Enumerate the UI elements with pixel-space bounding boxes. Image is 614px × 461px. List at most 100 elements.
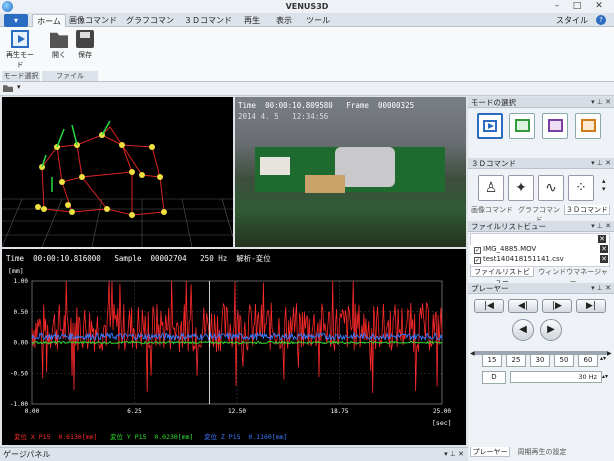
step-forward-button[interactable]: |▶	[542, 299, 572, 313]
tab-view[interactable]: 表示	[270, 14, 298, 27]
points-icon[interactable]: ⁘	[568, 175, 594, 201]
player-header: プレーヤー ▾ ⊥ ✕	[468, 283, 614, 294]
curve-icon[interactable]: ∿	[538, 175, 564, 201]
quick-menu-icon[interactable]: ▾	[17, 83, 21, 91]
video-panel[interactable]: Time 00:00:10.809580 Frame 00000325 2014…	[235, 97, 466, 247]
tab-window-manager[interactable]: ウィンドウマネージャー	[536, 267, 610, 286]
subtab-3d-command[interactable]: ３Ｄコマンド	[564, 205, 610, 215]
gauge-panel-label: ゲージパネル	[3, 450, 51, 459]
quick-open-icon[interactable]	[3, 85, 13, 92]
save-icon	[76, 30, 94, 48]
file-checkbox[interactable]: ✓	[474, 247, 481, 254]
fps-spin-icon[interactable]: ▴▾	[602, 373, 608, 380]
subtab-image-command[interactable]: 画像コマンド	[470, 205, 514, 215]
fps-60-button[interactable]: 60	[578, 354, 598, 367]
tab-3d-command[interactable]: ３Ｄコマンド	[182, 14, 234, 27]
play-mode-icon	[11, 30, 29, 48]
group-mode-label: モード選択	[2, 71, 40, 81]
legend-y: 変位 Y P15 0.0230[mm]	[110, 433, 194, 441]
skip-start-button[interactable]: |◀	[474, 299, 504, 313]
fps-25-button[interactable]: 25	[506, 354, 526, 367]
fps-15-button[interactable]: 15	[482, 354, 502, 367]
seek-left-icon[interactable]: ◀	[470, 350, 475, 357]
mode-select-header: モードの選択 ▾ ⊥ ✕	[468, 97, 614, 108]
fps-50-button[interactable]: 50	[554, 354, 574, 367]
open-button[interactable]: 開く	[46, 30, 72, 60]
tab-graph-command[interactable]: グラフコマンド	[124, 14, 176, 38]
x-tick-label: 25.00	[433, 408, 451, 415]
play-button[interactable]: ▶	[540, 319, 562, 341]
tab-home[interactable]: ホーム	[32, 14, 66, 27]
ribbon-tabs: ▾ ホーム 画像コマンド グラフコマンド ３Ｄコマンド 再生 表示 ツール スタ…	[0, 13, 614, 38]
3d-command-header: ３Ｄコマンド ▾ ⊥ ✕	[468, 158, 614, 169]
file-row[interactable]: ✓ test140418151141.csv ✕	[470, 255, 608, 264]
open-label: 開く	[52, 51, 66, 59]
tab-image-command[interactable]: 画像コマンド	[68, 14, 118, 27]
3d-skeleton-view[interactable]	[2, 97, 233, 247]
remove-all-icon[interactable]: ✕	[598, 235, 606, 243]
y-tick-label: 1.00	[14, 278, 29, 285]
video-timestamp-overlay: 2014 4. 5 12:34:56	[238, 112, 329, 121]
d-button[interactable]: D	[482, 371, 506, 384]
legend-z: 変位 Z P15 0.1160[mm]	[204, 433, 288, 441]
file-checkbox[interactable]: ✓	[474, 257, 481, 264]
app-icon[interactable]	[2, 1, 13, 12]
folder-open-icon	[50, 32, 68, 48]
save-button[interactable]: 保存	[72, 30, 98, 60]
tab-play[interactable]: 再生	[238, 14, 266, 27]
close-icon[interactable]: ✕	[592, 1, 606, 12]
subtab-graph-command[interactable]: グラフコマンド	[516, 205, 562, 224]
gauge-pin-icon[interactable]: ▾ ⊥ ✕	[444, 448, 464, 461]
skip-end-button[interactable]: ▶|	[576, 299, 606, 313]
y-tick-label: -0.50	[10, 370, 28, 377]
pose-icon[interactable]: ✦	[508, 175, 534, 201]
remove-file-icon[interactable]: ✕	[600, 245, 608, 253]
play-reverse-button[interactable]: ◀	[512, 319, 534, 341]
help-icon[interactable]: ?	[596, 15, 606, 25]
style-menu[interactable]: スタイル	[556, 14, 588, 27]
skeleton-icon[interactable]: ♙	[478, 175, 504, 201]
remove-file-icon[interactable]: ✕	[600, 255, 608, 263]
x-tick-label: 12.50	[228, 408, 246, 415]
video-header: Time 00:00:10.809580 Frame 00000325	[238, 101, 415, 110]
x-tick-label: 6.25	[127, 408, 142, 415]
gauge-panel-bar[interactable]: ゲージパネル ▾ ⊥ ✕	[0, 447, 468, 461]
scroll-arrows-icon[interactable]: ▴ ▾	[602, 177, 606, 193]
fps-30-button[interactable]: 30	[530, 354, 550, 367]
window-title: VENUS3D	[285, 2, 329, 11]
tab-cycle-settings[interactable]: 周期再生の設定	[512, 447, 572, 457]
3d-view-panel[interactable]	[2, 97, 233, 247]
maximize-icon[interactable]: □	[570, 1, 584, 12]
file-list-header: ファイルリストビュー ▾ ⊥ ✕	[468, 221, 614, 232]
y-tick-label: -1.00	[10, 401, 28, 408]
seek-right-icon[interactable]: ▶	[607, 350, 612, 357]
ribbon: 再生モード ▾ 開く 保存 モード選択 ファイル	[0, 27, 614, 82]
y-tick-label: 0.50	[14, 309, 29, 316]
group-file-label: ファイル	[42, 71, 98, 81]
play-mode-button[interactable]: 再生モード ▾	[3, 30, 37, 77]
output-mode-icon[interactable]	[575, 113, 601, 139]
edit-mode-icon[interactable]	[542, 113, 568, 139]
tab-file-list[interactable]: ファイルリストビュー	[470, 267, 534, 286]
right-pane: モードの選択 ▾ ⊥ ✕ ３Ｄコマンド ▾ ⊥ ✕ ♙ ✦ ∿ ⁘ ▴ ▾ 画像コマン…	[468, 97, 614, 461]
file-row[interactable]: ✓ IMG_4885.MOV ✕	[470, 245, 608, 254]
title-bar: VENUS3D	[0, 0, 614, 13]
video-device	[260, 157, 290, 175]
displacement-chart[interactable]: 1.000.500.00-0.50-1.000.00 6.25 12.50 18.75…	[2, 249, 466, 445]
minimize-icon[interactable]: –	[550, 1, 564, 12]
tab-player[interactable]: プレーヤー	[470, 447, 510, 457]
play-mode-icon[interactable]	[477, 113, 503, 139]
y-tick-label: 0.00	[14, 340, 29, 347]
x-tick-label: 0.00	[25, 408, 40, 415]
app-menu-button[interactable]: ▾	[4, 14, 28, 27]
fps-scroll-icon[interactable]: ▴▾	[600, 355, 606, 362]
step-back-button[interactable]: ◀|	[508, 299, 538, 313]
graph-panel[interactable]: Time 00:00:10.816000 Sample 00002704 250…	[2, 249, 466, 445]
video-board	[305, 175, 345, 193]
fps-value-field[interactable]: 30 Hz	[510, 371, 602, 383]
tab-tools[interactable]: ツール	[302, 14, 334, 27]
save-label: 保存	[78, 51, 92, 59]
x-tick-label: 18.75	[330, 408, 348, 415]
analysis-mode-icon[interactable]	[509, 113, 535, 139]
quick-access-bar: ▾	[0, 82, 614, 96]
